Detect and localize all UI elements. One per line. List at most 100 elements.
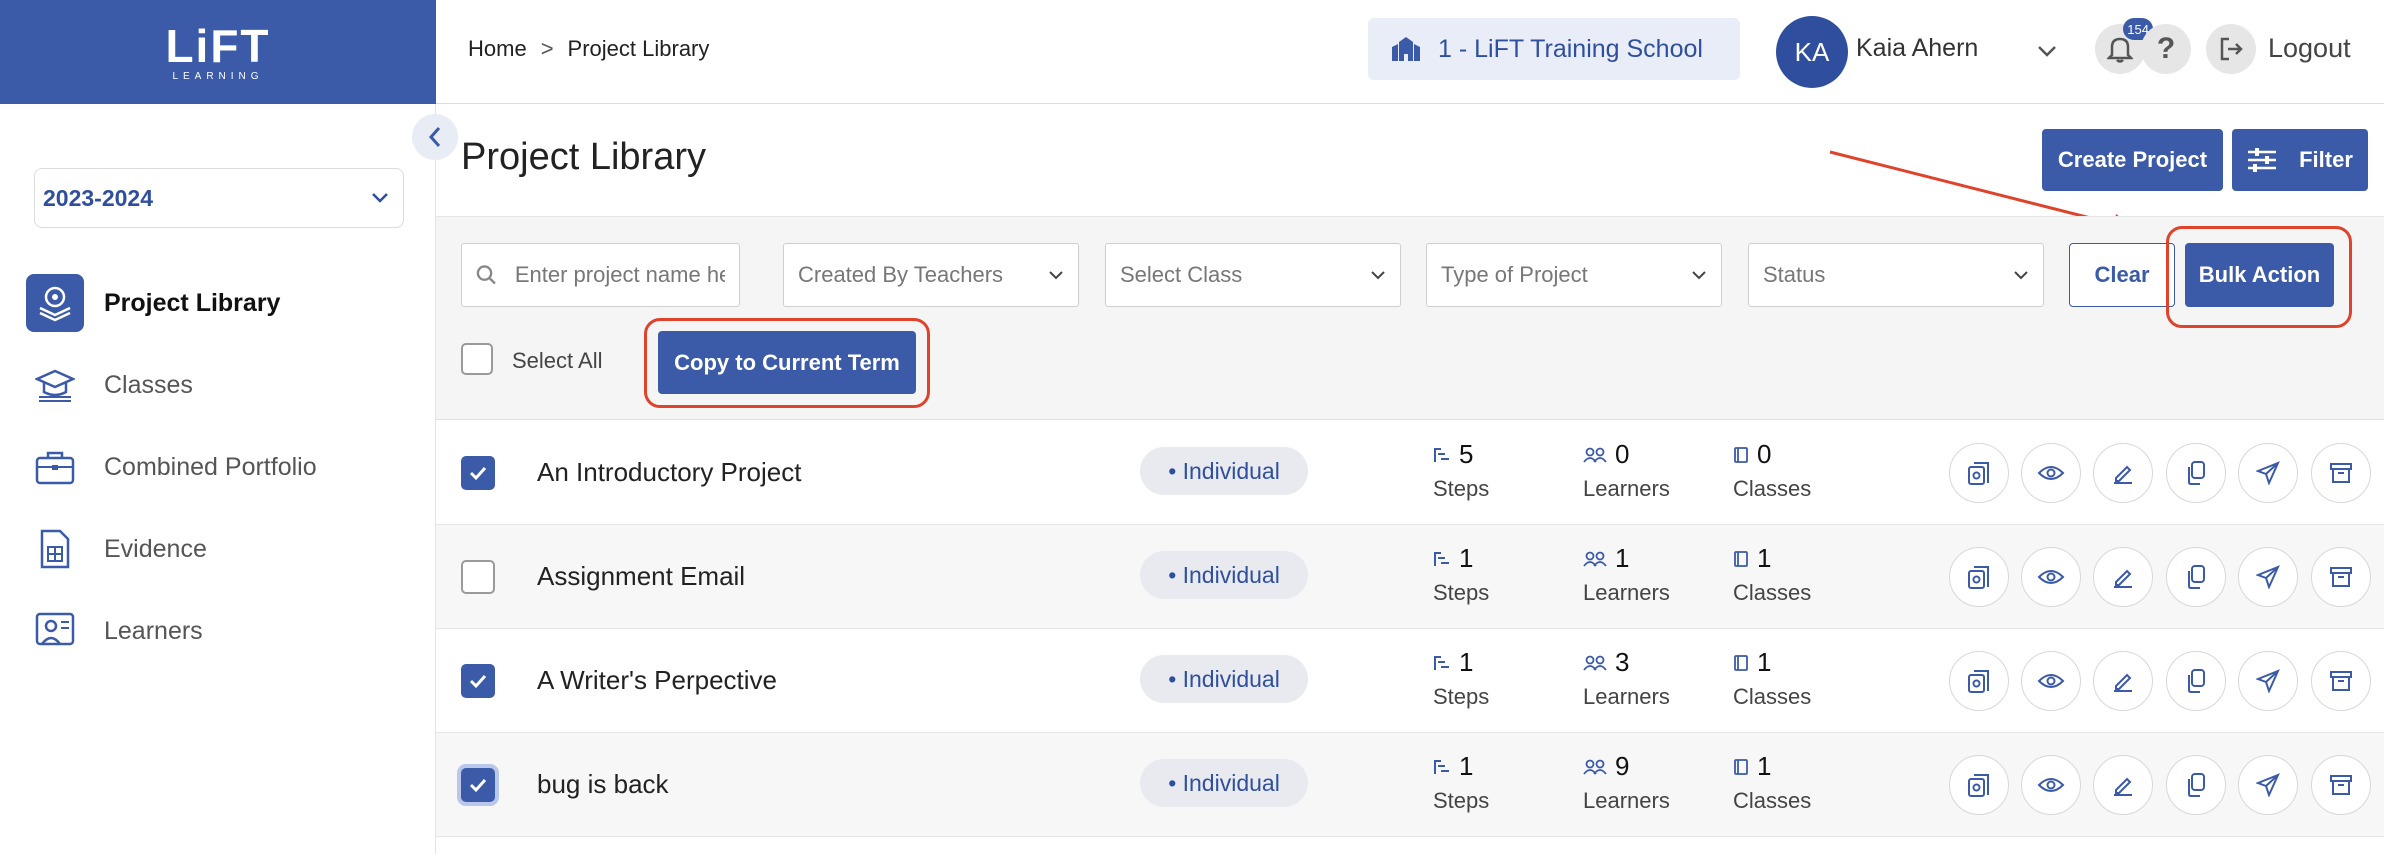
- project-name[interactable]: bug is back: [537, 769, 669, 800]
- chevron-down-icon: [1692, 271, 1706, 280]
- steps-count: 1: [1459, 751, 1474, 781]
- copy-to-current-term-label: Copy to Current Term: [674, 349, 900, 375]
- avatar-initials: KA: [1794, 36, 1830, 67]
- copy-icon: [2188, 773, 2205, 797]
- chevron-down-icon[interactable]: [2036, 36, 2058, 66]
- logout-icon-button[interactable]: [2206, 24, 2256, 74]
- portfolio-action-button[interactable]: [1949, 755, 2009, 815]
- duplicate-action-button[interactable]: [2166, 755, 2226, 815]
- archive-icon: [2330, 463, 2352, 483]
- filter-button[interactable]: Filter: [2232, 129, 2368, 191]
- send-action-button[interactable]: [2238, 547, 2298, 607]
- archive-action-button[interactable]: [2311, 443, 2371, 503]
- learners-stat: 3 Learners: [1583, 647, 1670, 710]
- school-year-select[interactable]: 2023-2024: [34, 168, 404, 228]
- project-type-badge: • Individual: [1140, 551, 1308, 599]
- select-all-checkbox[interactable]: [461, 343, 493, 375]
- sidebar-item-project-library[interactable]: Project Library: [26, 262, 426, 344]
- project-name[interactable]: A Writer's Perpective: [537, 665, 777, 696]
- edit-action-button[interactable]: [2093, 547, 2153, 607]
- send-action-button[interactable]: [2238, 651, 2298, 711]
- status-select[interactable]: Status: [1748, 243, 2044, 307]
- eye-icon: [2037, 674, 2065, 688]
- row-checkbox[interactable]: [461, 456, 495, 490]
- sidebar: LiFT LEARNING 2023-2024 Project Library …: [0, 0, 436, 854]
- sidebar-item-classes[interactable]: Classes: [26, 344, 426, 426]
- edit-action-button[interactable]: [2093, 755, 2153, 815]
- sidebar-item-evidence[interactable]: Evidence: [26, 508, 426, 590]
- duplicate-action-button[interactable]: [2166, 443, 2226, 503]
- pencil-icon: [2114, 673, 2132, 692]
- archive-action-button[interactable]: [2311, 547, 2371, 607]
- logo[interactable]: LiFT LEARNING: [0, 0, 436, 104]
- sidebar-item-learners[interactable]: Learners: [26, 590, 426, 672]
- school-selector[interactable]: 1 - LiFT Training School: [1368, 18, 1740, 80]
- send-action-button[interactable]: [2238, 443, 2298, 503]
- table-row: bug is back • Individual 1 Steps 9 Learn…: [436, 733, 2384, 837]
- class-select[interactable]: Select Class: [1105, 243, 1401, 307]
- project-name[interactable]: An Introductory Project: [537, 457, 801, 488]
- duplicate-action-button[interactable]: [2166, 547, 2226, 607]
- sidebar-item-combined-portfolio[interactable]: Combined Portfolio: [26, 426, 426, 508]
- steps-icon: [1434, 655, 1449, 670]
- portfolio-action-button[interactable]: [1949, 547, 2009, 607]
- project-type-value: Type of Project: [1441, 262, 1588, 287]
- logout-link[interactable]: Logout: [2268, 33, 2351, 64]
- pencil-icon: [2114, 777, 2132, 796]
- portfolio-icon: [1968, 462, 1989, 485]
- edit-action-button[interactable]: [2093, 443, 2153, 503]
- archive-action-button[interactable]: [2311, 755, 2371, 815]
- view-action-button[interactable]: [2021, 547, 2081, 607]
- steps-count: 1: [1459, 647, 1474, 677]
- table-row: A Writer's Perpective • Individual 1 Ste…: [436, 629, 2384, 733]
- copy-to-current-term-button[interactable]: Copy to Current Term: [658, 331, 916, 394]
- breadcrumb: Home > Project Library: [468, 36, 709, 62]
- archive-action-button[interactable]: [2311, 651, 2371, 711]
- view-action-button[interactable]: [2021, 651, 2081, 711]
- created-by-select[interactable]: Created By Teachers: [783, 243, 1079, 307]
- view-action-button[interactable]: [2021, 755, 2081, 815]
- breadcrumb-home[interactable]: Home: [468, 36, 527, 62]
- search-input[interactable]: Enter project name here: [461, 243, 740, 307]
- row-checkbox[interactable]: [461, 768, 495, 802]
- project-type-select[interactable]: Type of Project: [1426, 243, 1722, 307]
- briefcase-icon: [26, 438, 84, 496]
- classes-icon: [1734, 758, 1748, 775]
- row-checkbox[interactable]: [461, 560, 495, 594]
- page-title: Project Library: [461, 136, 706, 178]
- send-action-button[interactable]: [2238, 755, 2298, 815]
- graduation-cap-icon: [26, 356, 84, 414]
- portfolio-icon: [1968, 566, 1989, 589]
- filter-label: Filter: [2299, 147, 2353, 172]
- edit-action-button[interactable]: [2093, 651, 2153, 711]
- avatar[interactable]: KA: [1776, 16, 1848, 88]
- check-icon: [469, 778, 487, 793]
- row-checkbox[interactable]: [461, 664, 495, 698]
- steps-stat: 1 Steps: [1433, 543, 1489, 606]
- notifications-button[interactable]: 154: [2095, 18, 2153, 74]
- check-icon: [469, 466, 487, 481]
- clear-label: Clear: [2094, 262, 2150, 287]
- classes-stat: 1 Classes: [1733, 543, 1811, 606]
- classes-label: Classes: [1733, 684, 1812, 709]
- duplicate-action-button[interactable]: [2166, 651, 2226, 711]
- project-name[interactable]: Assignment Email: [537, 561, 745, 592]
- bulk-action-button[interactable]: Bulk Action: [2185, 243, 2334, 307]
- sidebar-nav: Project Library Classes Combined Portfol…: [26, 262, 426, 672]
- learners-count: 3: [1615, 647, 1630, 677]
- collapse-sidebar-button[interactable]: [412, 114, 458, 160]
- clear-button[interactable]: Clear: [2069, 243, 2175, 307]
- classes-label: Classes: [1733, 580, 1812, 605]
- portfolio-action-button[interactable]: [1949, 651, 2009, 711]
- user-name[interactable]: Kaia Ahern: [1856, 34, 1978, 63]
- classes-icon: [1734, 446, 1748, 463]
- learners-icon: [1583, 447, 1607, 463]
- portfolio-action-button[interactable]: [1949, 443, 2009, 503]
- learners-stat: 9 Learners: [1583, 751, 1670, 814]
- learners-count: 1: [1615, 543, 1630, 573]
- help-button[interactable]: ?: [2141, 24, 2191, 74]
- view-action-button[interactable]: [2021, 443, 2081, 503]
- chevron-down-icon: [1049, 271, 1063, 280]
- archive-icon: [2330, 567, 2352, 587]
- check-icon: [469, 674, 487, 689]
